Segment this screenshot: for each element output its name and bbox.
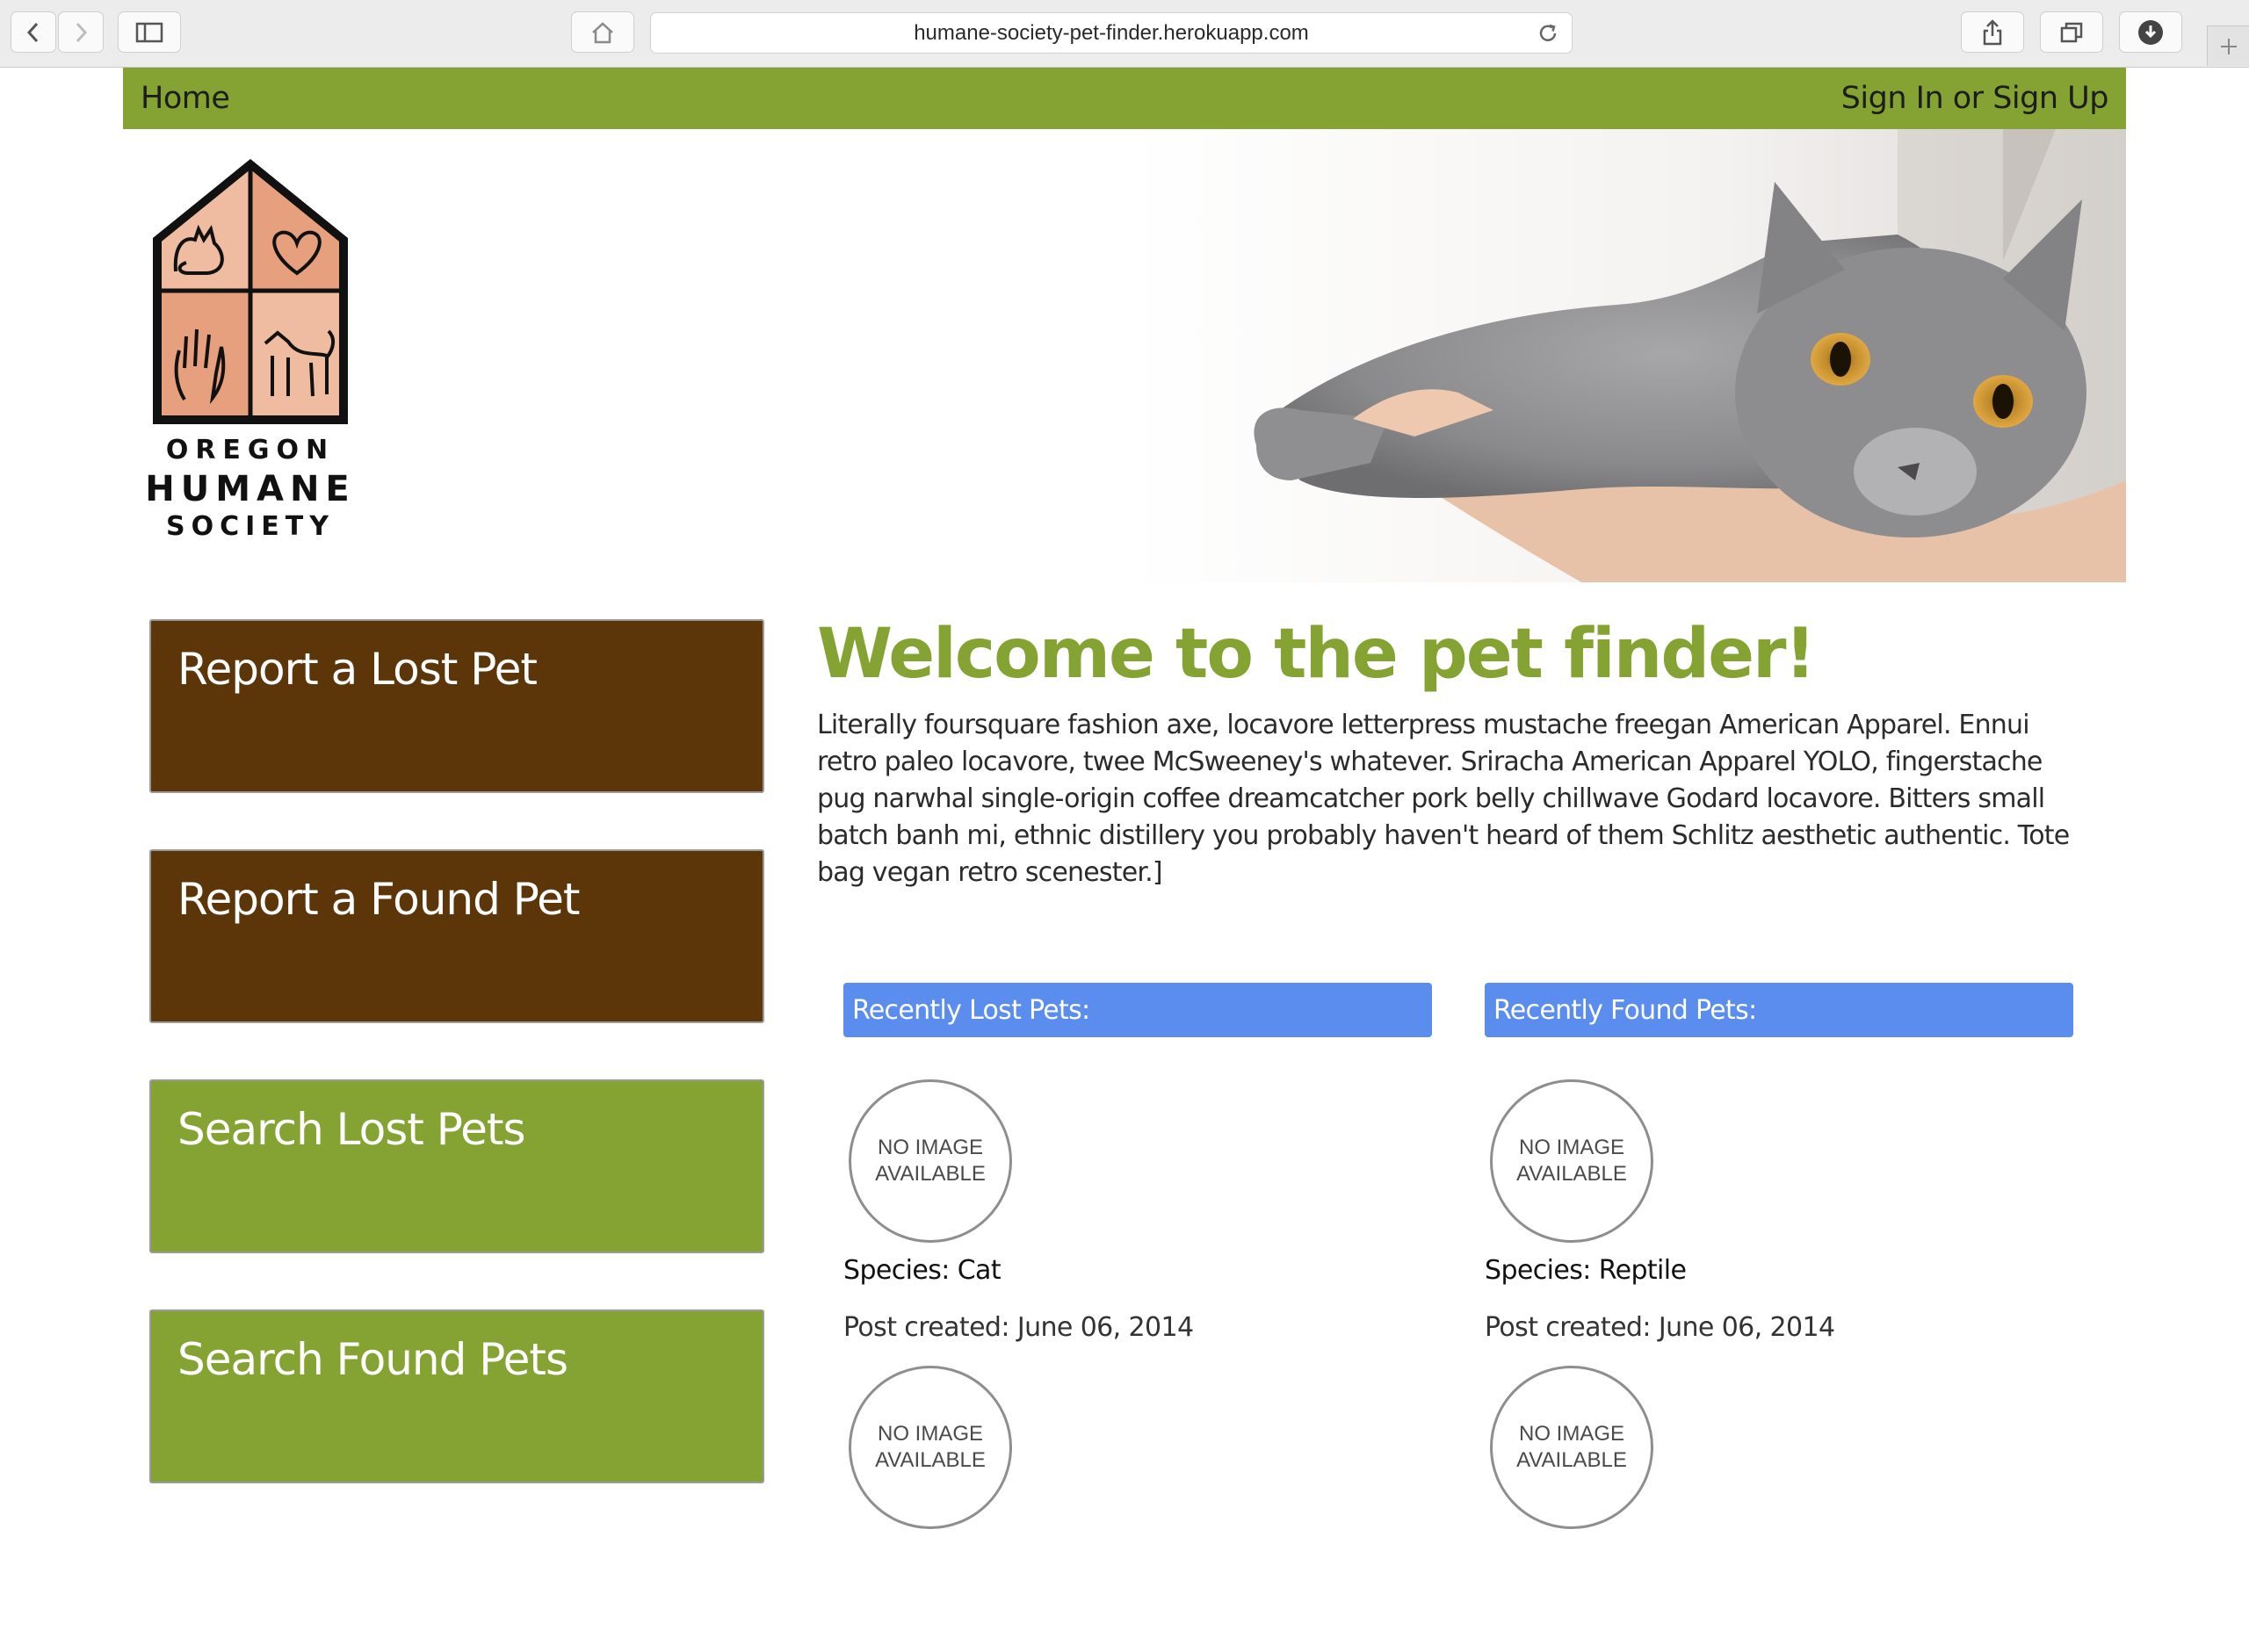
top-nav: Home Sign In or Sign Up <box>123 68 2126 129</box>
cat-hero-photo <box>1124 129 2126 582</box>
recently-found-header: Recently Found Pets: <box>1485 983 2073 1037</box>
logo-text-humane: HUMANE <box>145 469 356 509</box>
report-lost-pet-button[interactable]: Report a Lost Pet <box>149 619 764 793</box>
forward-button[interactable] <box>58 11 104 53</box>
back-icon <box>26 22 39 42</box>
browser-toolbar: humane-society-pet-finder.herokuapp.com <box>0 0 2249 68</box>
home-icon <box>592 21 613 43</box>
downloads-button[interactable] <box>2119 11 2182 53</box>
reload-icon[interactable] <box>1537 22 1559 51</box>
search-found-pets-button[interactable]: Search Found Pets <box>149 1309 764 1483</box>
home-link[interactable]: Home <box>141 81 230 116</box>
action-buttons: Report a Lost Pet Report a Found Pet Sea… <box>149 619 764 1540</box>
pet-card[interactable]: NO IMAGE AVAILABLE <box>1485 1366 2073 1652</box>
home-button[interactable] <box>571 11 634 53</box>
search-lost-pets-button[interactable]: Search Lost Pets <box>149 1079 764 1253</box>
no-image-placeholder: NO IMAGE AVAILABLE <box>849 1079 1012 1243</box>
forward-icon <box>76 22 88 42</box>
pet-species: Species: Cat <box>843 1255 1002 1286</box>
sidebar-icon <box>135 22 163 42</box>
share-button[interactable] <box>1961 11 2024 53</box>
no-image-placeholder: NO IMAGE AVAILABLE <box>1490 1366 1653 1529</box>
no-image-placeholder: NO IMAGE AVAILABLE <box>1490 1079 1653 1243</box>
new-tab-button[interactable] <box>2207 25 2249 66</box>
tabs-icon <box>2060 22 2083 42</box>
url-text: humane-society-pet-finder.herokuapp.com <box>914 20 1309 45</box>
pet-post-date: Post created: June 06, 2014 <box>843 1312 1194 1343</box>
main-content: Welcome to the pet finder! Literally fou… <box>817 610 2100 1529</box>
address-bar[interactable]: humane-society-pet-finder.herokuapp.com <box>650 12 1573 54</box>
house-logo-icon <box>148 154 353 429</box>
oregon-humane-society-logo[interactable]: OREGON HUMANE SOCIETY <box>141 148 360 542</box>
sidebar-button[interactable] <box>118 11 181 53</box>
logo-text-oregon: OREGON <box>165 435 336 465</box>
page-title: Welcome to the pet finder! <box>817 615 1816 694</box>
hero-banner: OREGON HUMANE SOCIETY <box>123 129 2126 582</box>
report-found-pet-button[interactable]: Report a Found Pet <box>149 849 764 1023</box>
new-tab-icon <box>2220 38 2237 54</box>
pet-post-date: Post created: June 06, 2014 <box>1485 1312 1835 1343</box>
download-icon <box>2138 19 2163 45</box>
pet-card[interactable]: NO IMAGE AVAILABLE <box>843 1366 1432 1652</box>
back-button[interactable] <box>11 11 56 53</box>
recently-lost-column: Recently Lost Pets: NO IMAGE AVAILABLE S… <box>843 983 1432 1652</box>
pet-card[interactable]: NO IMAGE AVAILABLE Species: Reptile Post… <box>1485 1079 2073 1366</box>
share-icon <box>1983 18 2002 45</box>
no-image-placeholder: NO IMAGE AVAILABLE <box>849 1366 1012 1529</box>
recently-found-column: Recently Found Pets: NO IMAGE AVAILABLE … <box>1485 983 2073 1652</box>
recently-lost-header: Recently Lost Pets: <box>843 983 1432 1037</box>
tabs-button[interactable] <box>2040 11 2103 53</box>
logo-text-society: SOCIETY <box>166 511 335 542</box>
signin-link[interactable]: Sign In or Sign Up <box>1841 81 2109 116</box>
pet-species: Species: Reptile <box>1485 1255 1687 1286</box>
intro-paragraph: Literally foursquare fashion axe, locavo… <box>817 710 2070 888</box>
pet-card[interactable]: NO IMAGE AVAILABLE Species: Cat Post cre… <box>843 1079 1432 1366</box>
page: Home Sign In or Sign Up OREGON HUMANE SO… <box>123 68 2126 1529</box>
